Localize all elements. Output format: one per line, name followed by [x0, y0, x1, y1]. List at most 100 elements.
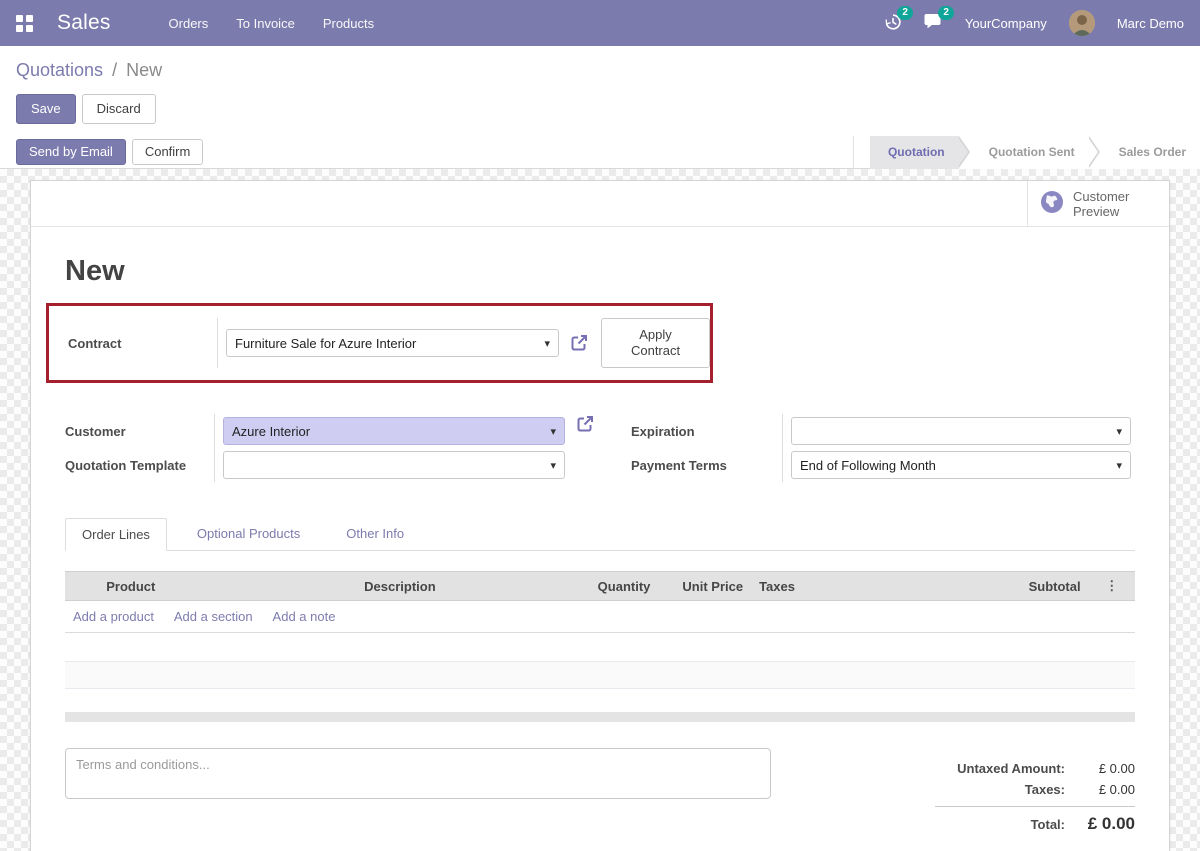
globe-icon [1040, 190, 1064, 217]
customer-label: Customer [65, 414, 215, 448]
col-unit-price[interactable]: Unit Price [658, 571, 752, 601]
totals-divider [935, 806, 1135, 807]
customer-preview-label: Customer Preview [1073, 188, 1130, 219]
untaxed-amount-label: Untaxed Amount: [957, 761, 1065, 776]
navbar-right: 2 2 YourCompany Marc Demo [884, 5, 1184, 36]
company-switcher[interactable]: YourCompany [965, 16, 1047, 31]
contract-highlight-box: Contract Furniture Sale for Azure Interi… [46, 303, 713, 383]
breadcrumb-current: New [126, 60, 163, 80]
breadcrumb: Quotations / New [16, 58, 1184, 82]
activity-menu[interactable]: 2 [884, 5, 913, 34]
quotation-template-field-row: Quotation Template ▾ [65, 448, 595, 482]
order-lines-table: Product Description Quantity Unit Price … [65, 571, 1135, 633]
send-by-email-button[interactable]: Send by Email [16, 139, 126, 165]
quotation-template-label: Quotation Template [65, 448, 215, 482]
add-a-note-link[interactable]: Add a note [273, 609, 336, 624]
menu-orders[interactable]: Orders [169, 16, 209, 31]
column-options-kebab-icon[interactable]: ⋮ [1088, 571, 1135, 601]
contract-value: Furniture Sale for Azure Interior [235, 335, 417, 351]
customer-external-link-icon[interactable] [575, 414, 595, 448]
taxes-label: Taxes: [1024, 782, 1065, 797]
notebook-tabs: Order Lines Optional Products Other Info [65, 518, 1135, 551]
empty-table-row [65, 689, 1135, 712]
form-sheet: Customer Preview New Contract Furniture … [30, 180, 1170, 851]
record-buttons: Save Discard [16, 94, 1184, 124]
quotation-template-select[interactable]: ▾ [223, 451, 565, 479]
customer-field-row: Customer Azure Interior ▾ [65, 414, 595, 448]
terms-and-conditions-input[interactable] [65, 748, 771, 799]
empty-table-row-striped [65, 661, 1135, 689]
order-lines-header-row: Product Description Quantity Unit Price … [65, 571, 1135, 601]
col-product[interactable]: Product [98, 571, 357, 601]
field-groups: Customer Azure Interior ▾ Quotation Temp… [65, 414, 1135, 482]
chevron-down-icon: ▾ [544, 337, 551, 350]
form-view-background: Customer Preview New Contract Furniture … [0, 169, 1200, 851]
navbar-menus: Orders To Invoice Products [169, 16, 375, 31]
contract-label: Contract [68, 318, 218, 368]
stage-quotation-sent[interactable]: Quotation Sent [958, 135, 1100, 169]
top-navbar: Sales Orders To Invoice Products 2 2 You… [0, 0, 1200, 46]
sheet-header: Customer Preview [31, 181, 1169, 227]
payment-terms-label: Payment Terms [631, 448, 783, 482]
expiration-label: Expiration [631, 414, 783, 448]
add-line-row: Add a product Add a section Add a note [65, 600, 1135, 633]
payment-terms-value: End of Following Month [800, 457, 936, 473]
totals-panel: Untaxed Amount: £ 0.00 Taxes: £ 0.00 Tot… [935, 748, 1135, 837]
stage-quotation[interactable]: Quotation [869, 135, 970, 169]
untaxed-amount-row: Untaxed Amount: £ 0.00 [935, 758, 1135, 779]
col-subtotal[interactable]: Subtotal [992, 571, 1089, 601]
total-value: £ 0.00 [1087, 814, 1135, 833]
col-description[interactable]: Description [356, 571, 586, 601]
apps-menu-icon[interactable] [16, 14, 33, 32]
control-panel: Quotations / New Save Discard [0, 46, 1200, 136]
chevron-down-icon: ▾ [1116, 459, 1122, 472]
tab-order-lines[interactable]: Order Lines [65, 518, 167, 551]
add-a-section-link[interactable]: Add a section [174, 609, 253, 624]
col-quantity[interactable]: Quantity [585, 571, 659, 601]
user-menu[interactable]: Marc Demo [1117, 16, 1184, 31]
contract-external-link-icon[interactable] [569, 333, 589, 353]
bottom-section: Untaxed Amount: £ 0.00 Taxes: £ 0.00 Tot… [65, 748, 1135, 837]
save-button[interactable]: Save [16, 94, 76, 124]
confirm-button[interactable]: Confirm [131, 139, 204, 165]
total-label: Total: [1030, 817, 1065, 832]
chevron-down-icon: ▾ [550, 459, 556, 472]
app-brand[interactable]: Sales [57, 11, 111, 35]
col-taxes[interactable]: Taxes [751, 571, 993, 601]
workflow-buttons: Send by Email Confirm [16, 139, 204, 165]
customer-value: Azure Interior [232, 423, 311, 439]
messages-menu[interactable]: 2 [924, 6, 954, 33]
menu-to-invoice[interactable]: To Invoice [236, 16, 295, 31]
handle-column-header [65, 571, 99, 601]
messages-badge: 2 [938, 6, 954, 20]
discard-button[interactable]: Discard [81, 94, 156, 124]
empty-table-row [65, 633, 1135, 661]
activity-badge: 2 [897, 5, 913, 20]
statusbar: Quotation Quotation Sent Sales Order [852, 135, 1200, 169]
sheet-body: New Contract Furniture Sale for Azure In… [31, 255, 1169, 837]
apply-contract-button[interactable]: Apply Contract [601, 318, 710, 368]
chevron-down-icon: ▾ [1116, 425, 1122, 438]
menu-products[interactable]: Products [323, 16, 374, 31]
stage-sales-order[interactable]: Sales Order [1088, 135, 1200, 169]
tab-optional-products[interactable]: Optional Products [181, 518, 316, 550]
untaxed-amount-value: £ 0.00 [1098, 761, 1135, 776]
customer-select[interactable]: Azure Interior ▾ [223, 417, 565, 445]
breadcrumb-quotations[interactable]: Quotations [16, 60, 103, 80]
taxes-value: £ 0.00 [1098, 782, 1135, 797]
total-row: Total: £ 0.00 [935, 811, 1135, 837]
tab-other-info[interactable]: Other Info [330, 518, 420, 550]
payment-terms-field-row: Payment Terms End of Following Month ▾ [631, 448, 1131, 482]
expiration-select[interactable]: ▾ [791, 417, 1131, 445]
customer-preview-button[interactable]: Customer Preview [1027, 181, 1169, 226]
group-right: Expiration ▾ Payment Terms End of Follow… [631, 414, 1131, 482]
taxes-row: Taxes: £ 0.00 [935, 779, 1135, 800]
contract-select[interactable]: Furniture Sale for Azure Interior ▾ [226, 329, 560, 357]
breadcrumb-separator: / [112, 60, 118, 80]
status-row: Send by Email Confirm Quotation Quotatio… [0, 135, 1200, 169]
group-left: Customer Azure Interior ▾ Quotation Temp… [65, 414, 595, 482]
user-avatar[interactable] [1068, 10, 1095, 36]
page-title: New [65, 255, 125, 287]
payment-terms-select[interactable]: End of Following Month ▾ [791, 451, 1131, 479]
add-a-product-link[interactable]: Add a product [73, 609, 154, 624]
